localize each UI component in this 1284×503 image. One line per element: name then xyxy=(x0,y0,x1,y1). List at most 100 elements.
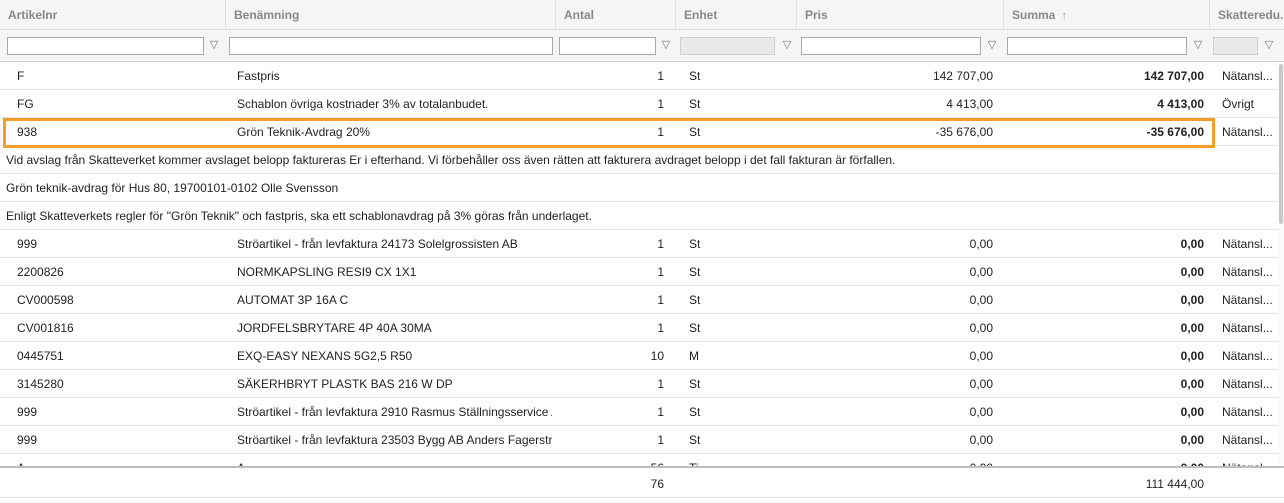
cell-artikelnr: 999 xyxy=(17,405,38,419)
note-row[interactable]: Enligt Skatteverkets regler för "Grön Te… xyxy=(0,202,1284,230)
cell-summa: 0,00 xyxy=(1180,377,1204,391)
table-row[interactable]: 999 Ströartikel - från levfaktura 24173 … xyxy=(0,230,1284,258)
column-header-antal[interactable]: Antal xyxy=(556,0,676,30)
cell-artikelnr: 0445751 xyxy=(17,349,64,363)
cell-pris: 4 413,00 xyxy=(946,97,993,111)
cell-artikelnr: 999 xyxy=(17,237,38,251)
cell-antal: 1 xyxy=(657,405,664,419)
invoice-rows-grid: Artikelnr Benämning Antal Enhet Pris Sum… xyxy=(0,0,1284,503)
cell-pris: 0,00 xyxy=(969,321,993,335)
table-row[interactable]: F Fastpris 1 St 142 707,00 142 707,00 Nä… xyxy=(0,62,1284,90)
cell-antal: 10 xyxy=(650,349,664,363)
cell-skatteavdrag: Övrigt xyxy=(1222,97,1255,111)
total-summa: 111 444,00 xyxy=(1145,477,1204,491)
cell-summa: 0,00 xyxy=(1180,293,1204,307)
table-row[interactable]: 0445751 EXQ-EASY NEXANS 5G2,5 R50 10 M 0… xyxy=(0,342,1284,370)
scrollbar-thumb[interactable] xyxy=(1279,64,1283,224)
note-row[interactable]: Vid avslag från Skatteverket kommer avsl… xyxy=(0,146,1284,174)
cell-skatteavdrag: Nätansl... xyxy=(1222,321,1273,335)
table-row[interactable]: CV001816 JORDFELSBRYTARE 4P 40A 30MA 1 S… xyxy=(0,314,1284,342)
filter-input-benamning[interactable] xyxy=(229,37,553,55)
cell-pris: 142 707,00 xyxy=(932,69,993,83)
cell-antal: 1 xyxy=(657,377,664,391)
table-row[interactable]: FG Schablon övriga kostnader 3% av total… xyxy=(0,90,1284,118)
filter-input-pris[interactable] xyxy=(801,37,981,55)
cell-enhet: St xyxy=(689,293,701,307)
cell-enhet: Ti... xyxy=(689,454,789,466)
filter-input-skatteavdrag xyxy=(1213,37,1258,55)
cell-pris: -35 676,00 xyxy=(935,125,993,139)
table-row[interactable]: 999 Ströartikel - från levfaktura 23503 … xyxy=(0,426,1284,454)
cell-pris: 0,00 xyxy=(800,454,993,466)
grid-body: F Fastpris 1 St 142 707,00 142 707,00 Nä… xyxy=(0,62,1284,466)
cell-benamning: AUTOMAT 3P 16A C xyxy=(237,293,349,307)
cell-skatteavdrag: Nätansl... xyxy=(1222,433,1273,447)
cell-pris: 0,00 xyxy=(969,433,993,447)
cell-summa: 0,00 xyxy=(1180,349,1204,363)
table-row[interactable]: CV000598 AUTOMAT 3P 16A C 1 St 0,00 0,00… xyxy=(0,286,1284,314)
column-header-summa[interactable]: Summa ↑ xyxy=(1004,0,1210,30)
cell-skatteavdrag: Nätansl... xyxy=(1222,454,1278,466)
cell-summa: 0,00 xyxy=(1180,237,1204,251)
filter-input-artikelnr[interactable] xyxy=(7,37,204,55)
cell-summa: 0,00 xyxy=(1180,265,1204,279)
filter-input-antal[interactable] xyxy=(559,37,656,55)
note-text: Vid avslag från Skatteverket kommer avsl… xyxy=(6,153,896,167)
note-row[interactable]: Grön teknik-avdrag för Hus 80, 19700101-… xyxy=(0,174,1284,202)
cell-benamning: Schablon övriga kostnader 3% av totalanb… xyxy=(237,97,489,111)
cell-antal: 1 xyxy=(657,125,664,139)
filter-icon[interactable]: ▽ xyxy=(207,38,221,52)
filter-icon[interactable]: ▽ xyxy=(985,38,999,52)
filter-icon[interactable]: ▽ xyxy=(1262,38,1276,52)
cell-antal: 1 xyxy=(657,321,664,335)
table-row-selected[interactable]: 938 Grön Teknik-Avdrag 20% 1 St -35 676,… xyxy=(0,118,1284,146)
cell-benamning: SÄKERHBRYT PLASTK BAS 216 W DP xyxy=(237,377,453,391)
cell-antal: 1 xyxy=(657,293,664,307)
cell-summa: -35 676,00 xyxy=(1146,125,1204,139)
table-row[interactable]: 999 Ströartikel - från levfaktura 2910 R… xyxy=(0,398,1284,426)
cell-artikelnr: CV000598 xyxy=(17,293,74,307)
cell-artikelnr: CV001816 xyxy=(17,321,74,335)
filter-input-summa[interactable] xyxy=(1007,37,1187,55)
cell-skatteavdrag: Nätansl... xyxy=(1222,265,1273,279)
cell-benamning: Ströartikel - från levfaktura 24173 Sole… xyxy=(237,237,518,251)
cell-artikelnr: A... xyxy=(17,454,217,466)
vertical-scrollbar[interactable] xyxy=(1278,62,1284,466)
cell-enhet: St xyxy=(689,237,701,251)
cell-enhet: St xyxy=(689,265,701,279)
cell-skatteavdrag: Nätansl... xyxy=(1222,293,1273,307)
cell-enhet: St xyxy=(689,321,701,335)
table-row[interactable]: 3145280 SÄKERHBRYT PLASTK BAS 216 W DP 1… xyxy=(0,370,1284,398)
cell-skatteavdrag: Nätansl... xyxy=(1222,405,1273,419)
cell-artikelnr: F xyxy=(17,69,25,83)
cell-summa: 0,00 xyxy=(1180,433,1204,447)
arrow-up-icon: ↑ xyxy=(1061,10,1067,22)
cell-artikelnr: 938 xyxy=(17,125,38,139)
column-header-enhet[interactable]: Enhet xyxy=(676,0,797,30)
column-header-artikelnr[interactable]: Artikelnr xyxy=(0,0,226,30)
column-header-benamning[interactable]: Benämning xyxy=(226,0,556,30)
cell-pris: 0,00 xyxy=(969,405,993,419)
filter-input-enhet xyxy=(680,37,775,55)
cell-skatteavdrag: Nätansl... xyxy=(1222,377,1273,391)
cell-benamning: Ströartikel - från levfaktura 2910 Rasmu… xyxy=(237,405,552,419)
filter-icon[interactable]: ▽ xyxy=(1191,38,1205,52)
cell-enhet: St xyxy=(689,433,701,447)
table-row[interactable]: 2200826 NORMKAPSLING RESI9 CX 1X1 1 St 0… xyxy=(0,258,1284,286)
column-header-pris[interactable]: Pris xyxy=(797,0,1004,30)
cell-summa: 4 413,00 xyxy=(1157,97,1204,111)
cell-skatteavdrag: Nätansl... xyxy=(1222,69,1273,83)
cell-summa: 0,00 xyxy=(1180,405,1204,419)
cell-skatteavdrag: Nätansl... xyxy=(1222,349,1273,363)
cell-artikelnr: 2200826 xyxy=(17,265,64,279)
cell-antal: 1 xyxy=(657,97,664,111)
filter-icon[interactable]: ▽ xyxy=(659,38,673,52)
cell-pris: 0,00 xyxy=(969,349,993,363)
cell-benamning: JORDFELSBRYTARE 4P 40A 30MA xyxy=(237,321,432,335)
grid-header: Artikelnr Benämning Antal Enhet Pris Sum… xyxy=(0,0,1284,30)
cell-antal: 56 xyxy=(560,454,664,466)
table-row[interactable]: A... A... 56 Ti... 0,00 0,00 Nätansl... xyxy=(0,454,1284,466)
column-header-skatteavdrag[interactable]: Skatteredu... xyxy=(1210,0,1284,30)
cell-enhet: St xyxy=(689,125,701,139)
filter-icon[interactable]: ▽ xyxy=(780,38,794,52)
